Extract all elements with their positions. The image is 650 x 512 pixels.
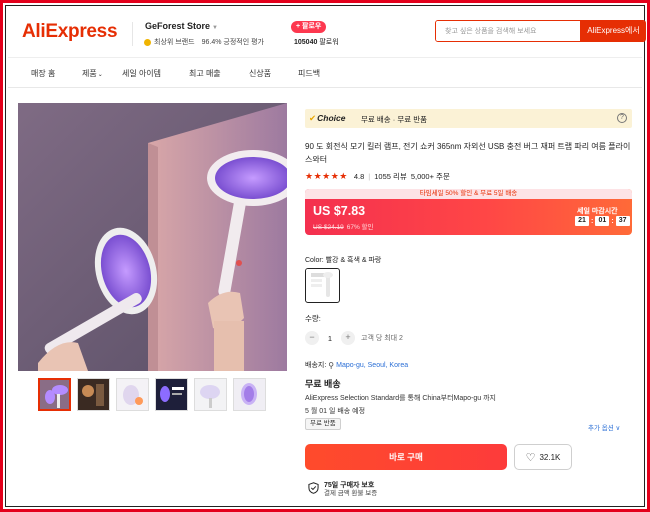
- shipping-description: AliExpress Selection Standard를 통해 China부…: [305, 395, 496, 402]
- store-badge: 최상위 브랜드: [154, 39, 195, 46]
- followers-count: 105040: [294, 39, 318, 46]
- positive-rating: 96.4% 긍정적인 평가: [201, 39, 264, 46]
- original-price-row: US $24.19 67% 할인: [313, 221, 374, 231]
- store-name-link[interactable]: GeForest Store ▼: [145, 21, 218, 31]
- nav-sale-items[interactable]: 세일 아이템: [122, 68, 161, 79]
- sale-ends-label: 세일 마감시간: [577, 208, 618, 215]
- quantity-stepper: − 1 + 고객 당 최대 2: [305, 331, 403, 345]
- nav-best-sellers[interactable]: 최고 매출: [189, 68, 221, 79]
- rating-row: ★★★★★ 4.8 | 1055 리뷰 5,000+ 주문: [305, 171, 450, 182]
- separator: |: [368, 172, 371, 181]
- chevron-down-icon: ⌄: [97, 72, 103, 78]
- ship-to-row: 배송지: ⚲ Mapo-gu, Seoul, Korea: [305, 360, 408, 370]
- store-name: GeForest Store: [145, 21, 211, 31]
- help-icon[interactable]: ?: [617, 113, 627, 123]
- checkmark-icon: ✔: [309, 113, 317, 123]
- thumbnail-2[interactable]: [77, 378, 110, 411]
- search-bar: AliExpress에서: [435, 20, 646, 42]
- search-button[interactable]: AliExpress에서: [580, 21, 645, 41]
- buy-now-button[interactable]: 바로 구매: [305, 444, 507, 470]
- original-price: US $24.19: [313, 224, 344, 231]
- color-option-swatch[interactable]: [305, 268, 340, 303]
- ship-to-location[interactable]: Mapo-gu, Seoul, Korea: [336, 362, 408, 369]
- thumbnail-4[interactable]: [155, 378, 188, 411]
- delivery-eta: 5 월 01 일 배송 예정: [305, 408, 366, 415]
- colon: :: [591, 217, 594, 225]
- protection-subtitle: 결제 금액 환불 보증: [324, 490, 378, 497]
- countdown-seconds: 37: [615, 216, 630, 226]
- review-count[interactable]: 1055 리뷰: [374, 171, 407, 182]
- ship-to-label: 배송지:: [305, 362, 327, 369]
- thumbnail-3[interactable]: [116, 378, 149, 411]
- brand-badge-icon: [144, 38, 151, 46]
- countdown-hours: 21: [575, 216, 589, 226]
- sale-price: US $7.83: [313, 204, 366, 218]
- nav-products-label: 제품: [82, 69, 97, 78]
- follow-button[interactable]: + 팔로우: [291, 21, 327, 33]
- thumbnail-5[interactable]: [194, 378, 227, 411]
- wishlist-button[interactable]: ♡ 32.1K: [514, 444, 572, 470]
- quantity-limit-note: 고객 당 최대 2: [361, 335, 403, 342]
- aliexpress-logo[interactable]: AliExpress: [22, 21, 118, 43]
- quantity-value[interactable]: 1: [319, 334, 341, 343]
- quantity-label: 수량:: [305, 314, 321, 323]
- choice-bar: ✔Choice 무료 배송 · 무료 반품 ?: [305, 109, 632, 128]
- protection-title: 75일 구매자 보호: [324, 482, 375, 489]
- countdown-timer: 21 : 01 : 37: [575, 216, 630, 226]
- shipping-title: 무료 배송: [305, 379, 341, 389]
- colon: :: [611, 217, 614, 225]
- quantity-plus-button[interactable]: +: [341, 331, 355, 345]
- free-returns-tag: 무료 반품: [305, 418, 341, 430]
- shield-check-icon: [308, 482, 319, 494]
- header-divider: [132, 22, 133, 46]
- nav-feedback[interactable]: 피드백: [298, 68, 320, 79]
- protection-text: 75일 구매자 보호 결제 금액 환불 보증: [324, 482, 377, 498]
- choice-label: ✔Choice: [309, 113, 345, 124]
- search-input[interactable]: [436, 21, 580, 41]
- quantity-minus-button[interactable]: −: [305, 331, 319, 345]
- buyer-protection: 75일 구매자 보호 결제 금액 환불 보증: [308, 482, 377, 498]
- store-nav: 매장 홈 제품⌄ 세일 아이템 최고 매출 신상품 피드백: [8, 58, 642, 88]
- store-header: AliExpress GeForest Store ▼ 최상위 브랜드 96.4%…: [8, 8, 646, 58]
- nav-new-arrivals[interactable]: 신상품: [249, 68, 271, 79]
- promo-banner: 타임세일 50% 할인 & 무료 5일 배송: [305, 189, 632, 199]
- wishlist-count: 32.1K: [539, 452, 561, 462]
- thumbnail-1[interactable]: [38, 378, 71, 411]
- chevron-down-icon: ▼: [212, 25, 218, 31]
- discount-percent: 67% 할인: [346, 224, 374, 231]
- countdown-minutes: 01: [595, 216, 610, 226]
- nav-products[interactable]: 제품⌄: [82, 68, 103, 79]
- location-pin-icon: ⚲: [328, 360, 335, 370]
- heart-icon: ♡: [525, 451, 536, 464]
- more-shipping-options[interactable]: 추가 옵션 ∨: [588, 422, 620, 432]
- product-title: 90 도 회전식 모기 킬러 램프, 전기 쇼커 365nm 자외선 USB 충…: [305, 142, 631, 164]
- thumbnail-strip: [38, 378, 266, 411]
- followers-label: 팔로워: [319, 39, 339, 46]
- followers: 105040 팔로워: [294, 37, 339, 47]
- thumbnail-6[interactable]: [233, 378, 266, 411]
- color-label: Color: 빨강 & 흑색 & 파랑: [305, 257, 382, 264]
- choice-benefits: 무료 배송 · 무료 반품: [361, 115, 428, 124]
- store-meta: 최상위 브랜드 96.4% 긍정적인 평가: [144, 37, 264, 47]
- rating-value: 4.8: [353, 172, 365, 181]
- order-count: 5,000+ 주문: [410, 172, 450, 181]
- main-product-image[interactable]: [18, 103, 287, 371]
- nav-store-home[interactable]: 매장 홈: [31, 68, 55, 79]
- price-box: 타임세일 50% 할인 & 무료 5일 배송 US $7.83 US $24.1…: [305, 189, 632, 235]
- star-rating-icons: ★★★★★: [305, 171, 348, 181]
- choice-label-text: Choice: [317, 113, 346, 123]
